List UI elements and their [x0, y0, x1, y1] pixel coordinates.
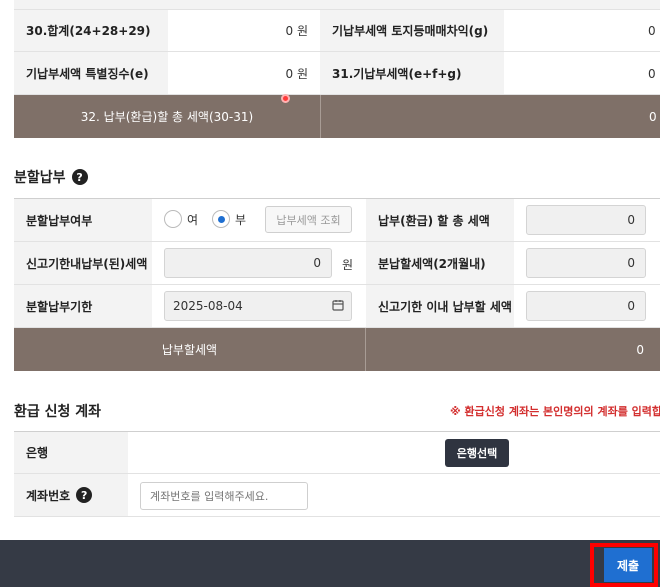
- radio-yes-label: 여: [187, 212, 199, 227]
- label-deadline-pay: 신고기한 이내 납부할 세액: [366, 285, 514, 328]
- due-amount-cell: 0 원: [152, 242, 366, 285]
- value-total-32: 0 원: [321, 95, 660, 138]
- label-installment-whether: 분할납부여부: [14, 199, 152, 242]
- submit-button[interactable]: 제출: [604, 548, 652, 582]
- question-circle-icon[interactable]: ?: [71, 169, 88, 185]
- refund-section-title: 환급 신청 계좌: [14, 401, 101, 421]
- label-total-30: 30.합계(24+28+29): [14, 10, 168, 52]
- installment-title-text: 분할납부: [14, 170, 66, 186]
- table-row-partial: [14, 0, 660, 10]
- installment-section-title: 분할납부 ?: [14, 167, 88, 187]
- refund-title-text: 환급 신청 계좌: [14, 404, 102, 420]
- label-prepaid-e: 기납부세액 특별징수(e): [14, 52, 168, 95]
- radio-yes-circle[interactable]: [164, 210, 182, 228]
- total-pay-input[interactable]: 0: [526, 205, 646, 235]
- radio-no[interactable]: 부: [212, 210, 246, 228]
- cell-divider: [320, 95, 321, 138]
- radio-no-circle[interactable]: [212, 210, 230, 228]
- label-prepaid-g: 기납부세액 토지등매매차익(g): [320, 10, 504, 52]
- total-pay-cell: 0: [514, 199, 660, 242]
- value-prepaid-31: 0 원: [504, 52, 660, 95]
- account-cell: [128, 474, 660, 517]
- footer-bar: 제출: [0, 540, 660, 587]
- label-due-date: 분할납부기한: [14, 285, 152, 328]
- value-prepaid-g: 0 원: [504, 10, 660, 52]
- due-amount-unit: 원: [342, 258, 354, 272]
- deadline-pay-cell: 0: [514, 285, 660, 328]
- bank-select-button[interactable]: 은행선택: [445, 439, 509, 467]
- value-pay-amount: 0: [366, 328, 660, 371]
- cursor-marker: [281, 94, 290, 103]
- label-pay-amount: 납부할세액: [14, 328, 365, 371]
- deadline-pay-input[interactable]: 0: [526, 291, 646, 321]
- label-account-text: 계좌번호: [26, 488, 71, 503]
- label-split-amount: 분납할세액(2개월내): [366, 242, 514, 285]
- label-account: 계좌번호 ?: [14, 474, 128, 517]
- account-number-input[interactable]: [140, 482, 308, 510]
- split-amount-cell: 0: [514, 242, 660, 285]
- split-amount-input[interactable]: 0: [526, 248, 646, 278]
- question-circle-icon[interactable]: ?: [76, 487, 93, 503]
- due-date-value: 2025-08-04: [173, 299, 243, 313]
- lookup-tax-button[interactable]: 납부세액 조회: [265, 206, 352, 233]
- label-prepaid-31: 31.기납부세액(e+f+g): [320, 52, 504, 95]
- due-date-input[interactable]: 2025-08-04: [164, 291, 352, 321]
- value-prepaid-e: 0 원: [168, 52, 320, 95]
- label-total-32: 32. 납부(환급)할 총 세액(30-31): [14, 95, 320, 138]
- due-amount-input[interactable]: 0: [164, 248, 332, 278]
- label-due-amount: 신고기한내납부(된)세액: [14, 242, 152, 285]
- installment-whether-cell: 여 부 납부세액 조회: [152, 199, 366, 242]
- calendar-icon[interactable]: [332, 299, 344, 311]
- label-total-pay: 납부(환급) 할 총 세액: [366, 199, 514, 242]
- radio-no-label: 부: [235, 212, 247, 227]
- radio-yes[interactable]: 여: [164, 210, 198, 228]
- due-date-cell: 2025-08-04: [152, 285, 366, 328]
- label-bank: 은행: [14, 432, 128, 474]
- cell-divider: [365, 328, 366, 371]
- value-total-30: 0 원: [168, 10, 320, 52]
- refund-notice: ※ 환급신청 계좌는 본인명의의 계좌를 입력합니다: [450, 405, 660, 417]
- bank-cell: 은행선택: [128, 432, 660, 474]
